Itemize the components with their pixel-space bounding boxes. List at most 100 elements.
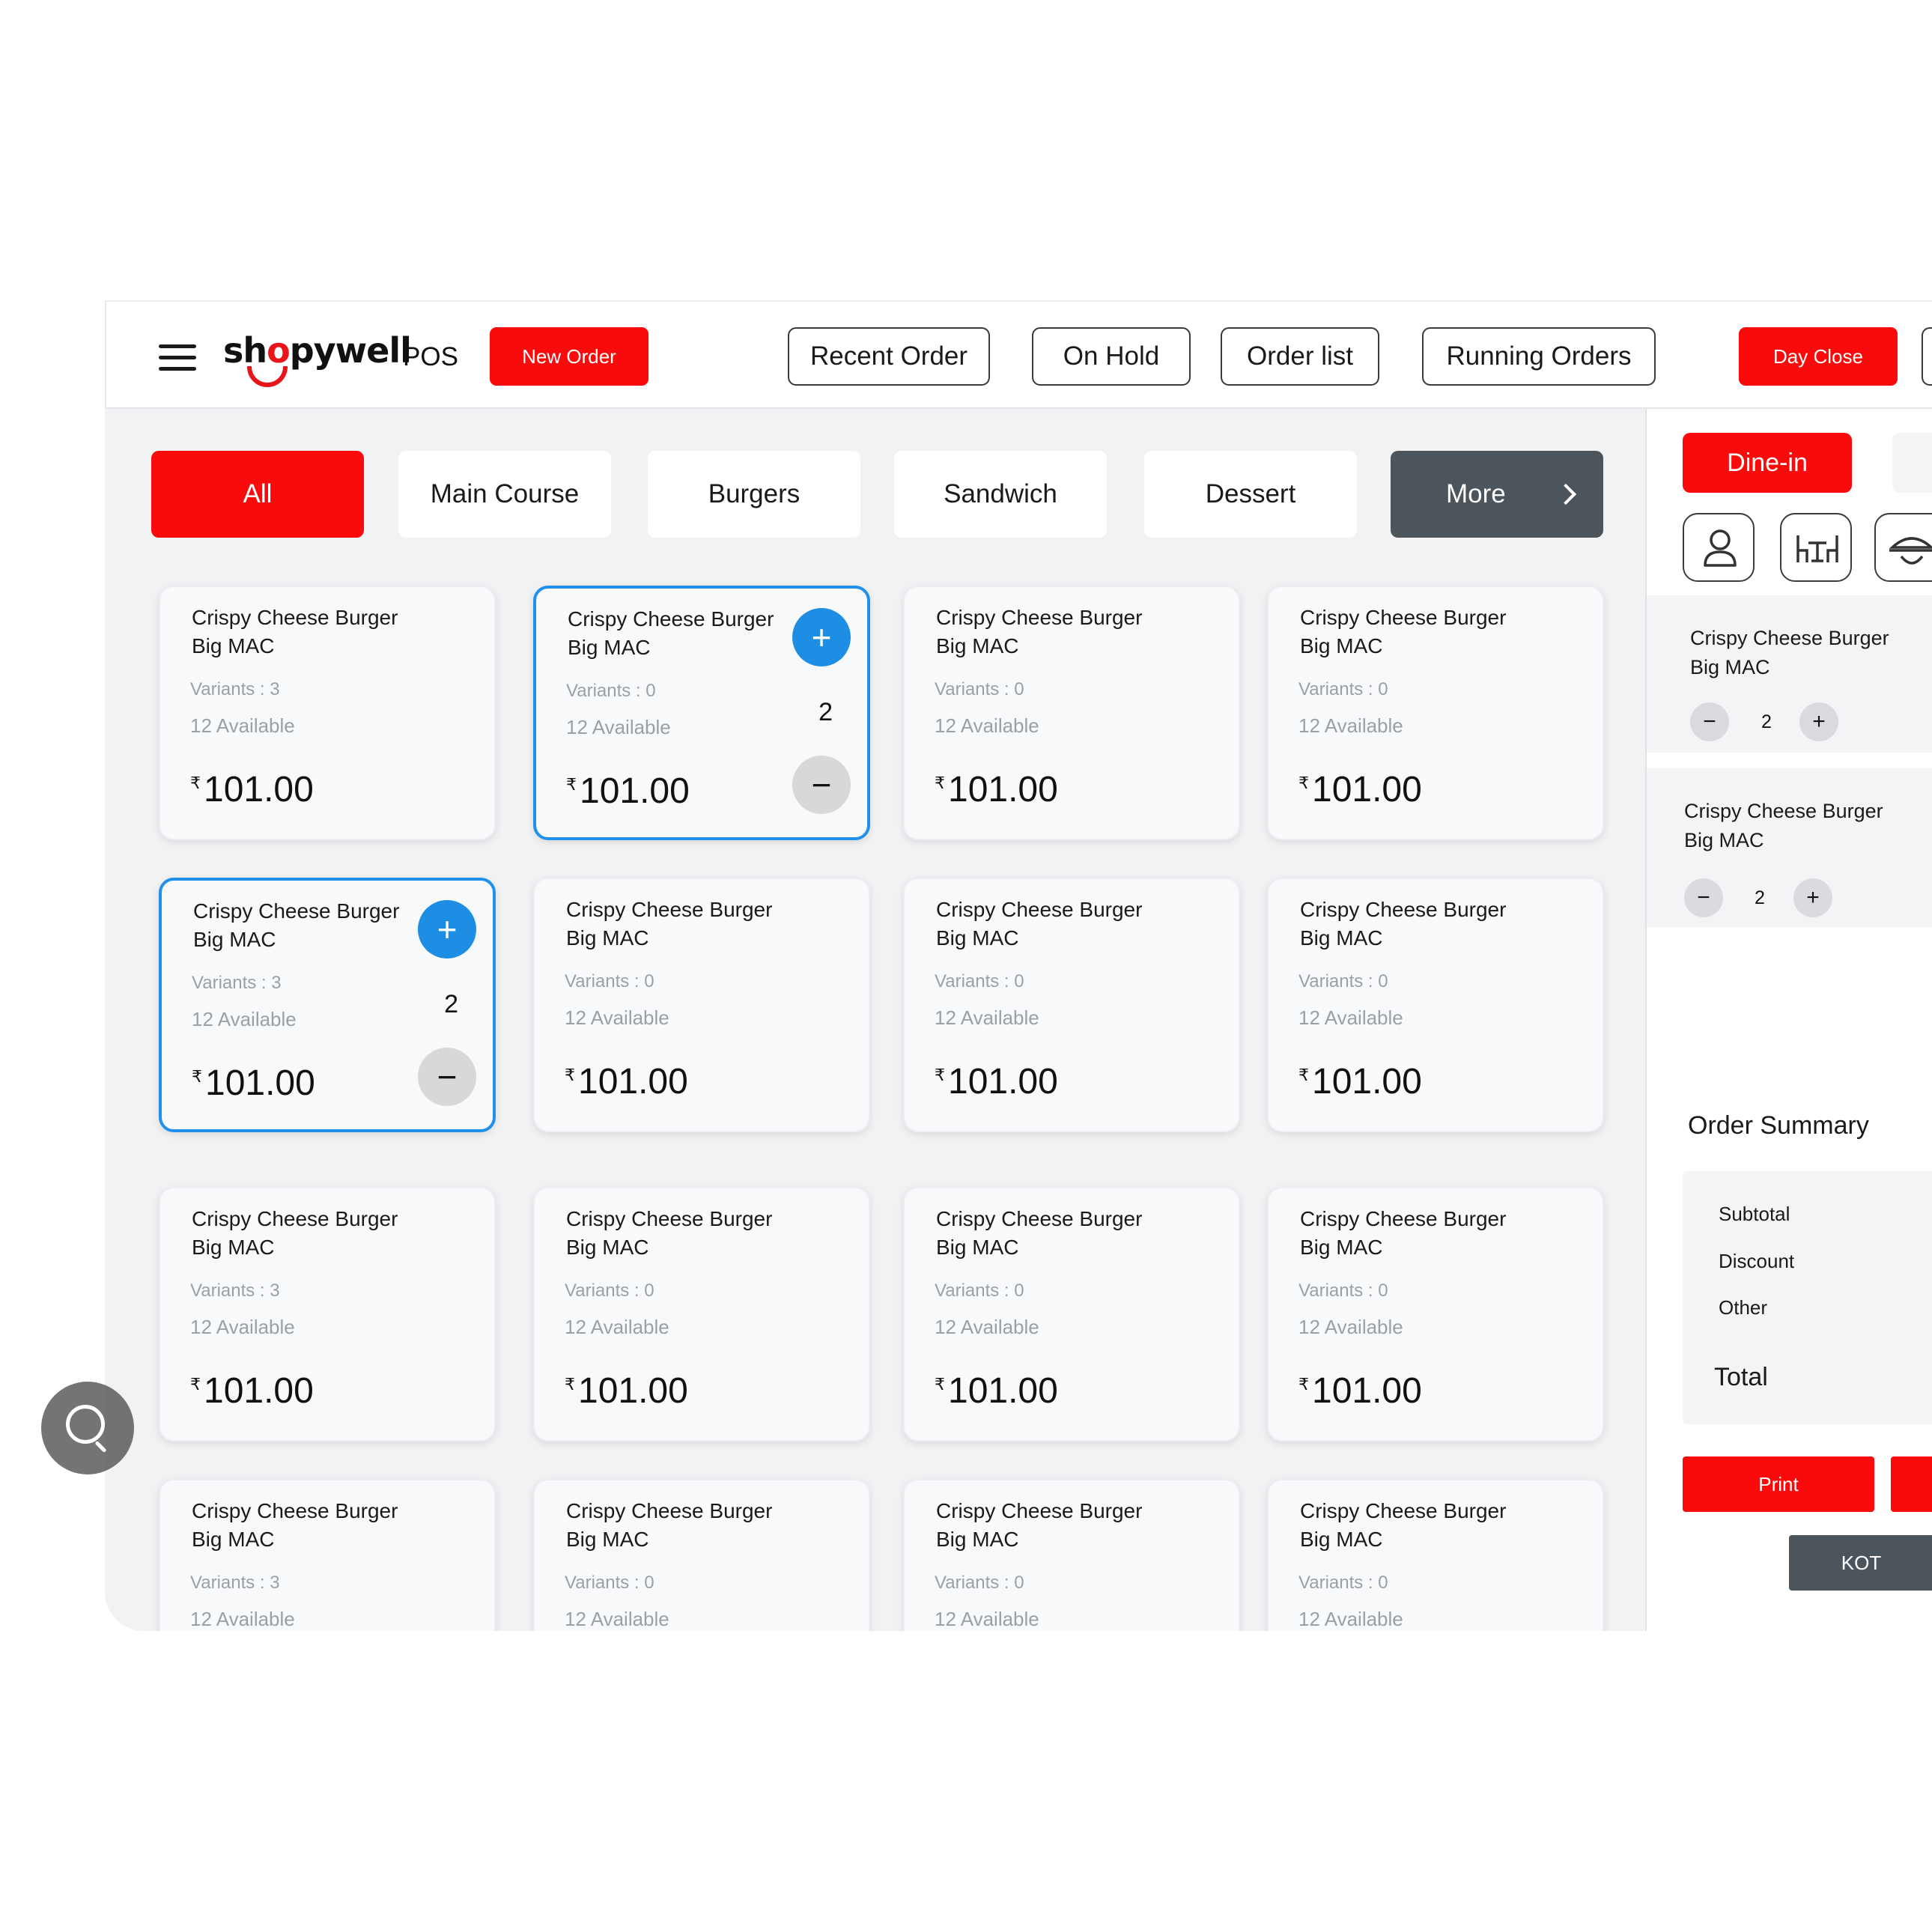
category-all[interactable]: All (151, 451, 364, 538)
new-order-button[interactable]: New Order (490, 327, 648, 386)
product-card[interactable]: Crispy Cheese Burger Big MAC Variants : 0 1… (1267, 1187, 1604, 1442)
product-card[interactable]: Crispy Cheese Burger Big MAC Variants : 3 1… (159, 586, 496, 840)
line-item-qty: 2 (1761, 711, 1772, 732)
secondary-action-button[interactable] (1891, 1456, 1932, 1512)
order-type-tab-2[interactable] (1892, 433, 1932, 493)
product-subtitle: Big MAC (1300, 634, 1383, 657)
category-more[interactable]: More (1391, 451, 1603, 538)
minus-icon[interactable]: − (792, 756, 851, 814)
customer-button[interactable] (1683, 513, 1755, 582)
product-subtitle: Big MAC (193, 928, 276, 951)
table-button[interactable] (1780, 513, 1852, 582)
print-button[interactable]: Print (1683, 1456, 1874, 1512)
product-variants: Variants : 0 (935, 971, 1024, 991)
price-value: 101.00 (1312, 770, 1422, 809)
product-availability: 12 Available (935, 1316, 1039, 1338)
currency-symbol: ₹ (935, 1066, 945, 1084)
product-card[interactable]: Crispy Cheese Burger Big MAC Variants : 3 1… (159, 1479, 496, 1631)
currency-symbol: ₹ (192, 1067, 202, 1086)
product-card[interactable]: Crispy Cheese Burger Big MAC Variants : 0 1… (533, 586, 870, 840)
price-value: 101.00 (578, 1371, 688, 1411)
price-value: 101.00 (1312, 1062, 1422, 1102)
minus-icon[interactable]: − (418, 1048, 476, 1106)
line-item-name: Crispy Cheese Burger (1684, 800, 1883, 822)
plus-icon[interactable]: + (418, 900, 476, 959)
overflow-button[interactable] (1922, 327, 1932, 386)
waiter-button[interactable] (1874, 513, 1932, 582)
product-card[interactable]: Crispy Cheese Burger Big MAC Variants : 3 1… (159, 878, 496, 1132)
product-card[interactable]: Crispy Cheese Burger Big MAC Variants : 0 1… (1267, 1479, 1604, 1631)
price-value: 101.00 (948, 1062, 1058, 1102)
product-price: ₹101.00 (565, 1061, 688, 1102)
product-card[interactable]: Crispy Cheese Burger Big MAC Variants : 0 1… (533, 878, 870, 1132)
category-sandwich[interactable]: Sandwich (894, 451, 1107, 538)
product-price: ₹101.00 (935, 769, 1058, 810)
product-card[interactable]: Crispy Cheese Burger Big MAC Variants : 0 1… (533, 1479, 870, 1631)
product-name: Crispy Cheese Burger (936, 1207, 1143, 1230)
product-card[interactable]: Crispy Cheese Burger Big MAC Variants : 0 1… (903, 1187, 1240, 1442)
product-name: Crispy Cheese Burger (566, 898, 773, 921)
plus-icon[interactable]: + (1793, 878, 1832, 917)
plus-icon[interactable]: + (1799, 702, 1838, 741)
logo-smile-icon (247, 366, 288, 387)
product-price: ₹101.00 (1298, 1061, 1422, 1102)
recent-order-button[interactable]: Recent Order (788, 327, 990, 386)
user-icon (1704, 529, 1737, 567)
product-variants: Variants : 0 (1298, 971, 1388, 991)
order-line-item: Crispy Cheese Burger Big MAC − 2 + (1647, 595, 1932, 753)
category-dessert[interactable]: Dessert (1144, 451, 1357, 538)
product-name: Crispy Cheese Burger (566, 1499, 773, 1522)
product-card[interactable]: Crispy Cheese Burger Big MAC Variants : 3 1… (159, 1187, 496, 1442)
plus-icon[interactable]: + (792, 608, 851, 666)
dine-in-tab[interactable]: Dine-in (1683, 433, 1852, 493)
currency-symbol: ₹ (1298, 774, 1309, 792)
top-bar: shopywell POS New Order Recent Order On … (105, 302, 1932, 409)
product-price: ₹101.00 (935, 1370, 1058, 1412)
product-availability: 12 Available (1298, 1608, 1403, 1630)
product-price: ₹101.00 (566, 771, 690, 812)
product-price: ₹101.00 (192, 1063, 315, 1104)
menu-icon[interactable] (159, 344, 196, 371)
product-card[interactable]: Crispy Cheese Burger Big MAC Variants : 0 1… (903, 586, 1240, 840)
category-burgers[interactable]: Burgers (648, 451, 860, 538)
product-availability: 12 Available (935, 1608, 1039, 1630)
currency-symbol: ₹ (566, 775, 577, 794)
currency-symbol: ₹ (935, 774, 945, 792)
product-price: ₹101.00 (1298, 1370, 1422, 1412)
day-close-button[interactable]: Day Close (1739, 327, 1898, 386)
product-name: Crispy Cheese Burger (1300, 1499, 1507, 1522)
product-card[interactable]: Crispy Cheese Burger Big MAC Variants : 0 1… (1267, 878, 1604, 1132)
product-price: ₹101.00 (190, 1370, 314, 1412)
product-card[interactable]: Crispy Cheese Burger Big MAC Variants : 0 1… (1267, 586, 1604, 840)
product-name: Crispy Cheese Burger (936, 898, 1143, 921)
product-availability: 12 Available (192, 1008, 297, 1030)
order-list-button[interactable]: Order list (1221, 327, 1379, 386)
product-variants: Variants : 3 (190, 679, 280, 699)
product-availability: 12 Available (190, 1608, 295, 1630)
price-value: 101.00 (204, 1371, 314, 1411)
price-value: 101.00 (1312, 1371, 1422, 1411)
product-name: Crispy Cheese Burger (1300, 606, 1507, 629)
product-card[interactable]: Crispy Cheese Burger Big MAC Variants : 0 1… (903, 878, 1240, 1132)
minus-icon[interactable]: − (1690, 702, 1729, 741)
on-hold-button[interactable]: On Hold (1032, 327, 1191, 386)
minus-icon[interactable]: − (1684, 878, 1723, 917)
kot-button[interactable]: KOT (1789, 1535, 1932, 1591)
category-more-label: More (1446, 479, 1506, 508)
search-icon-handle (94, 1440, 107, 1453)
currency-symbol: ₹ (1298, 1066, 1309, 1084)
product-availability: 12 Available (190, 1316, 295, 1338)
running-orders-button[interactable]: Running Orders (1422, 327, 1656, 386)
price-value: 101.00 (204, 770, 314, 809)
product-subtitle: Big MAC (192, 1528, 275, 1551)
product-name: Crispy Cheese Burger (566, 1207, 773, 1230)
product-price: ₹101.00 (1298, 769, 1422, 810)
product-variants: Variants : 0 (935, 1281, 1024, 1301)
category-main-course[interactable]: Main Course (398, 451, 611, 538)
product-card[interactable]: Crispy Cheese Burger Big MAC Variants : 0 1… (533, 1187, 870, 1442)
product-subtitle: Big MAC (1300, 1236, 1383, 1259)
product-card[interactable]: Crispy Cheese Burger Big MAC Variants : 0 1… (903, 1479, 1240, 1631)
product-variants: Variants : 0 (565, 1281, 654, 1301)
line-item-sub: Big MAC (1690, 656, 1770, 678)
search-button[interactable] (41, 1382, 134, 1474)
